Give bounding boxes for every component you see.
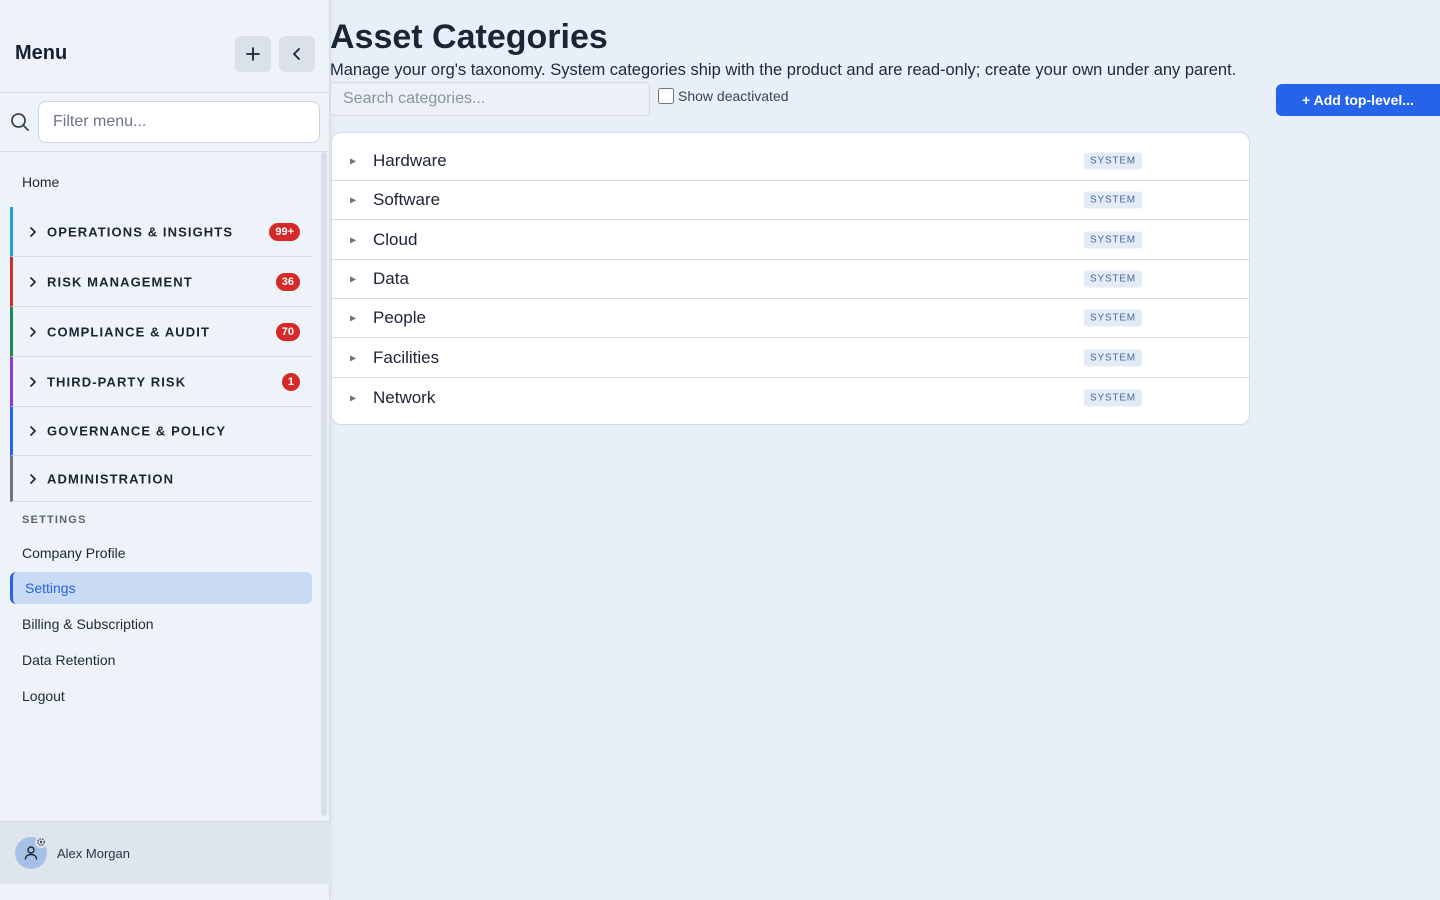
category-name: Cloud [373,229,418,249]
chevron-right-icon [30,376,36,387]
nav-logout[interactable]: Logout [22,688,65,704]
category-name: Hardware [373,151,447,170]
category-name: People [373,308,426,327]
add-button[interactable] [235,36,271,72]
search-categories-input[interactable] [330,82,650,116]
category-row-hardware[interactable]: ▶ Hardware SYSTEM [332,142,1249,181]
sidebar-scrollbar[interactable] [321,152,327,816]
section-label: ADMINISTRATION [47,471,175,486]
system-tag: SYSTEM [1084,389,1142,407]
system-tag: SYSTEM [1084,152,1142,170]
nav-home[interactable]: Home [22,174,59,190]
category-name: Data [373,269,409,288]
section-third-party-risk[interactable]: THIRD-PARTY RISK 1 [10,357,312,407]
chevron-left-icon [293,48,300,60]
section-risk-management[interactable]: RISK MANAGEMENT 36 [10,257,312,307]
section-label: RISK MANAGEMENT [47,274,193,289]
section-label: OPERATIONS & INSIGHTS [47,224,234,239]
section-label: THIRD-PARTY RISK [47,374,187,389]
show-deactivated-checkbox[interactable] [658,88,674,104]
expand-triangle-icon[interactable]: ▶ [350,235,356,244]
nav-data-retention[interactable]: Data Retention [22,652,115,668]
system-tag: SYSTEM [1084,231,1142,248]
sidebar-search [0,93,330,152]
category-row-network[interactable]: ▶ Network SYSTEM [332,378,1249,418]
expand-triangle-icon[interactable]: ▶ [350,157,356,166]
sidebar: Menu Home OPERATIONS & INSIGHTS 99+ RISK… [0,0,330,900]
nav-settings-label: Settings [25,580,76,596]
system-tag: SYSTEM [1084,309,1142,327]
system-tag: SYSTEM [1084,191,1142,209]
notification-badge: 99+ [269,222,300,241]
collapse-sidebar-button[interactable] [279,36,315,72]
expand-triangle-icon[interactable]: ▶ [350,314,356,323]
show-deactivated-toggle[interactable]: Show deactivated [658,88,789,104]
gear-icon [35,836,47,848]
user-icon [24,846,38,860]
expand-triangle-icon[interactable]: ▶ [350,353,356,362]
nav-company-profile[interactable]: Company Profile [22,545,126,561]
section-governance-policy[interactable]: GOVERNANCE & POLICY [10,407,312,456]
chevron-right-icon [30,326,36,337]
system-tag: SYSTEM [1084,349,1142,366]
nav-settings[interactable]: Settings [10,572,312,604]
category-name: Software [373,190,441,209]
section-label: GOVERNANCE & POLICY [47,423,227,439]
category-row-software[interactable]: ▶ Software SYSTEM [332,181,1249,220]
show-deactivated-label: Show deactivated [678,88,789,104]
section-label: COMPLIANCE & AUDIT [47,324,211,339]
filter-menu-input[interactable] [38,101,320,143]
nav-billing-subscription[interactable]: Billing & Subscription [22,616,154,632]
section-operations-insights[interactable]: OPERATIONS & INSIGHTS 99+ [10,207,312,257]
category-name: Facilities [373,347,440,367]
section-compliance-audit[interactable]: COMPLIANCE & AUDIT 70 [10,307,312,357]
notification-badge: 36 [275,272,300,291]
search-icon [11,113,29,131]
expand-triangle-icon[interactable]: ▶ [350,196,356,205]
category-row-cloud[interactable]: ▶ Cloud SYSTEM [332,220,1249,260]
page-title: Asset Categories [330,18,608,56]
expand-triangle-icon[interactable]: ▶ [350,275,356,284]
section-administration[interactable]: ADMINISTRATION [10,456,312,502]
category-row-data[interactable]: ▶ Data SYSTEM [332,260,1249,299]
user-name: Alex Morgan [57,846,130,861]
chevron-right-icon [30,276,36,287]
category-name: Network [373,388,436,407]
notification-badge: 70 [275,322,300,341]
category-row-people[interactable]: ▶ People SYSTEM [332,299,1249,338]
chevron-right-icon [30,473,36,484]
expand-triangle-icon[interactable]: ▶ [350,394,356,403]
sidebar-header: Menu [0,0,330,93]
sidebar-title: Menu [15,42,68,64]
settings-heading: SETTINGS [22,514,87,526]
chevron-right-icon [30,426,36,436]
category-row-facilities[interactable]: ▶ Facilities SYSTEM [332,338,1249,378]
category-tree: ▶ Hardware SYSTEM ▶ Software SYSTEM ▶ Cl… [331,132,1250,425]
system-tag: SYSTEM [1084,270,1142,288]
plus-icon [246,47,260,61]
chevron-right-icon [30,226,36,237]
add-top-level-button[interactable]: + Add top-level... [1276,84,1440,116]
user-footer[interactable]: Alex Morgan [0,821,330,884]
page-description: Manage your org's taxonomy. System categ… [330,61,1237,79]
notification-badge: 1 [281,372,300,391]
